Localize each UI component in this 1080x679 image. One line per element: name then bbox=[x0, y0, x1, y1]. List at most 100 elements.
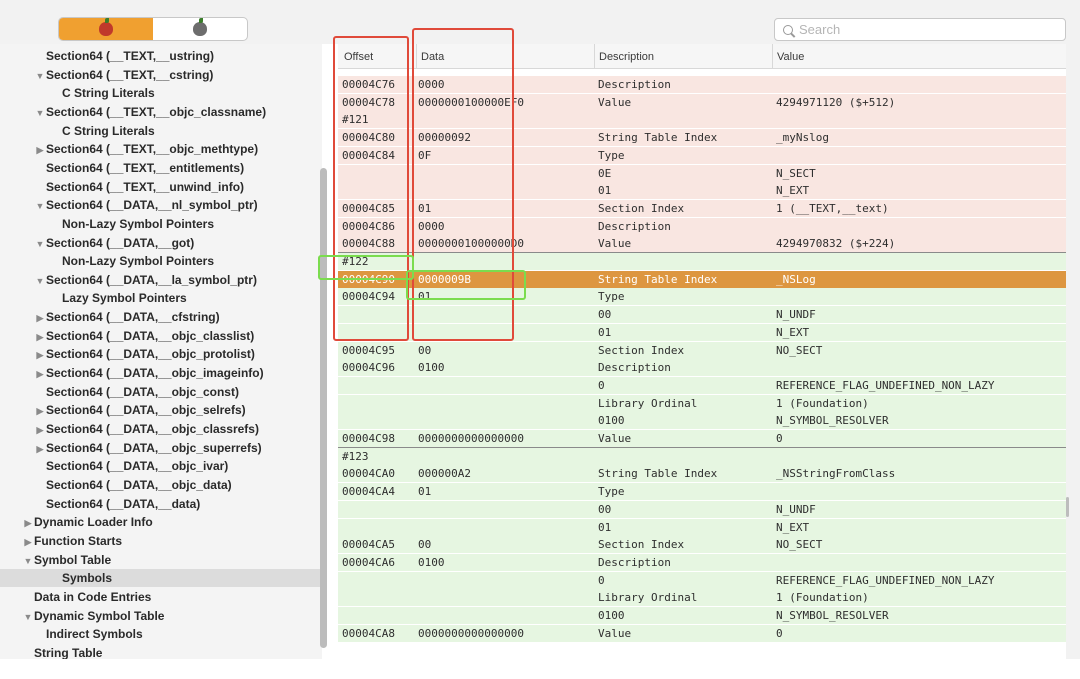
table-row[interactable]: 00004C96 0100 Description bbox=[338, 359, 1066, 377]
table-row[interactable]: 00 N_UNDF bbox=[338, 500, 1066, 518]
sidebar-item[interactable]: ▼ Dynamic Symbol Table bbox=[0, 607, 322, 625]
sidebar-item-label: C String Literals bbox=[62, 123, 155, 138]
sidebar-item[interactable]: Lazy Symbol Pointers bbox=[0, 289, 322, 307]
cell-value: REFERENCE_FLAG_UNDEFINED_NON_LAZY bbox=[776, 378, 995, 392]
table-row[interactable]: #123 bbox=[338, 447, 1066, 465]
sidebar-item[interactable]: Section64 (__TEXT,__unwind_info) bbox=[0, 178, 322, 196]
table-right-edge bbox=[1066, 44, 1080, 659]
sidebar-item[interactable]: ▼ Symbol Table bbox=[0, 551, 322, 569]
disclosure-expanded-icon[interactable]: ▼ bbox=[22, 608, 34, 626]
disclosure-expanded-icon[interactable]: ▼ bbox=[34, 104, 46, 122]
cell-value: 0 bbox=[776, 626, 783, 640]
sidebar-item[interactable]: ▼ Section64 (__DATA,__nl_symbol_ptr) bbox=[0, 196, 322, 214]
disclosure-expanded-icon[interactable]: ▼ bbox=[34, 67, 46, 85]
sidebar-item[interactable]: C String Literals bbox=[0, 122, 322, 140]
disclosure-expanded-icon[interactable]: ▼ bbox=[34, 272, 46, 290]
sidebar-item-selected[interactable]: Symbols bbox=[0, 569, 322, 588]
cell-description: String Table Index bbox=[598, 467, 718, 481]
sidebar-item[interactable]: ▶ Section64 (__DATA,__objc_selrefs) bbox=[0, 401, 322, 419]
disclosure-collapsed-icon[interactable]: ▶ bbox=[34, 402, 46, 420]
sidebar-item-label: Section64 (__DATA,__data) bbox=[46, 496, 201, 511]
cell-data: 0000000000000000 bbox=[418, 626, 524, 640]
column-header-value[interactable]: Value bbox=[772, 44, 1067, 68]
sidebar-item[interactable]: ▼ Section64 (__DATA,__got) bbox=[0, 234, 322, 252]
sidebar-item[interactable]: Section64 (__TEXT,__ustring) bbox=[0, 47, 322, 65]
table-row[interactable]: 0100 N_SYMBOL_RESOLVER bbox=[338, 412, 1066, 430]
disclosure-collapsed-icon[interactable]: ▶ bbox=[34, 346, 46, 364]
cell-description: 01 bbox=[598, 520, 612, 534]
disclosure-collapsed-icon[interactable]: ▶ bbox=[34, 365, 46, 383]
sidebar-item[interactable]: Section64 (__DATA,__objc_data) bbox=[0, 476, 322, 494]
cell-description: Value bbox=[598, 95, 632, 109]
disclosure-collapsed-icon[interactable]: ▶ bbox=[34, 440, 46, 458]
cell-description: 0E bbox=[598, 166, 612, 180]
cell-value: REFERENCE_FLAG_UNDEFINED_NON_LAZY bbox=[776, 573, 995, 587]
sidebar-item[interactable]: Section64 (__DATA,__objc_ivar) bbox=[0, 457, 322, 475]
sidebar-item[interactable]: ▶ Dynamic Loader Info bbox=[0, 513, 322, 531]
table-row[interactable]: 00004C95 00 Section Index NO_SECT bbox=[338, 341, 1066, 359]
cell-offset: 00004C95 bbox=[342, 343, 395, 357]
cell-data: 000000A2 bbox=[418, 467, 471, 481]
view-mode-segmented-control[interactable] bbox=[58, 17, 248, 41]
sidebar-item[interactable]: ▶ Section64 (__TEXT,__objc_methtype) bbox=[0, 140, 322, 158]
cell-value: _NSStringFromClass bbox=[776, 467, 896, 481]
table-row[interactable]: 0100 N_SYMBOL_RESOLVER bbox=[338, 607, 1066, 624]
disclosure-expanded-icon[interactable]: ▼ bbox=[22, 552, 34, 570]
disclosure-collapsed-icon[interactable]: ▶ bbox=[34, 141, 46, 159]
table-row[interactable]: 00004CA4 01 Type bbox=[338, 483, 1066, 501]
table-row[interactable]: 01 N_EXT bbox=[338, 518, 1066, 536]
sidebar-item-label: Data in Code Entries bbox=[34, 589, 152, 604]
disclosure-collapsed-icon[interactable]: ▶ bbox=[22, 514, 34, 532]
sidebar-item[interactable]: Indirect Symbols bbox=[0, 625, 322, 643]
sidebar-item[interactable]: ▶ Section64 (__DATA,__cfstring) bbox=[0, 308, 322, 326]
sidebar-item[interactable]: ▶ Function Starts bbox=[0, 532, 322, 550]
cell-description: Type bbox=[598, 290, 625, 304]
sidebar-item[interactable]: ▼ Section64 (__TEXT,__objc_classname) bbox=[0, 103, 322, 121]
disclosure-collapsed-icon[interactable]: ▶ bbox=[34, 421, 46, 439]
table-row[interactable]: 00004CA5 00 Section Index NO_SECT bbox=[338, 536, 1066, 554]
cell-description: Value bbox=[598, 626, 632, 640]
column-header-description[interactable]: Description bbox=[594, 44, 759, 68]
sidebar-item[interactable]: String Table bbox=[0, 644, 322, 659]
sidebar-item[interactable]: ▶ Section64 (__DATA,__objc_protolist) bbox=[0, 345, 322, 363]
table-row[interactable]: 0 REFERENCE_FLAG_UNDEFINED_NON_LAZY bbox=[338, 376, 1066, 394]
sidebar-item[interactable]: ▼ Section64 (__DATA,__la_symbol_ptr) bbox=[0, 271, 322, 289]
sidebar-item[interactable]: Non-Lazy Symbol Pointers bbox=[0, 215, 322, 233]
sidebar-scrollbar[interactable] bbox=[320, 168, 327, 648]
string-index-annotation bbox=[406, 270, 526, 300]
cell-description: 01 bbox=[598, 325, 612, 339]
sidebar-item[interactable]: ▼ Section64 (__TEXT,__cstring) bbox=[0, 66, 322, 84]
disclosure-collapsed-icon[interactable]: ▶ bbox=[34, 328, 46, 346]
cell-description: Description bbox=[598, 361, 671, 375]
table-row[interactable]: 00004CA6 0100 Description bbox=[338, 553, 1066, 571]
table-row[interactable]: Library Ordinal 1 (Foundation) bbox=[338, 589, 1066, 607]
sidebar-item[interactable]: ▶ Section64 (__DATA,__objc_classlist) bbox=[0, 327, 322, 345]
view-mode-rva-button[interactable] bbox=[153, 18, 247, 40]
sidebar-item[interactable]: ▶ Section64 (__DATA,__objc_imageinfo) bbox=[0, 364, 322, 382]
search-field[interactable] bbox=[774, 18, 1066, 41]
sidebar-item[interactable]: ▶ Section64 (__DATA,__objc_superrefs) bbox=[0, 439, 322, 457]
sidebar-item-label: Section64 (__DATA,__objc_selrefs) bbox=[46, 403, 246, 418]
sidebar-item[interactable]: Data in Code Entries bbox=[0, 588, 322, 606]
cell-value: 4294970832 ($+224) bbox=[776, 237, 896, 251]
cell-value: N_UNDF bbox=[776, 502, 816, 516]
sidebar-item[interactable]: ▶ Section64 (__DATA,__objc_classrefs) bbox=[0, 420, 322, 438]
table-row[interactable]: 00004C98 0000000000000000 Value 0 bbox=[338, 430, 1066, 448]
sidebar-item[interactable]: Non-Lazy Symbol Pointers bbox=[0, 252, 322, 270]
table-row[interactable]: 00004CA8 0000000000000000 Value 0 bbox=[338, 624, 1066, 642]
search-input[interactable] bbox=[793, 22, 1059, 37]
sidebar-item[interactable]: C String Literals bbox=[0, 84, 322, 102]
table-row[interactable]: 00004CA0 000000A2 String Table Index _NSStr… bbox=[338, 465, 1066, 483]
cell-value: N_EXT bbox=[776, 520, 810, 534]
sidebar-item[interactable]: Section64 (__DATA,__data) bbox=[0, 495, 322, 513]
sidebar-item[interactable]: Section64 (__DATA,__objc_const) bbox=[0, 383, 322, 401]
disclosure-collapsed-icon[interactable]: ▶ bbox=[22, 533, 34, 551]
view-mode-raw-button[interactable] bbox=[59, 18, 153, 40]
disclosure-collapsed-icon[interactable]: ▶ bbox=[34, 309, 46, 327]
disclosure-expanded-icon[interactable]: ▼ bbox=[34, 197, 46, 215]
table-row[interactable]: 0 REFERENCE_FLAG_UNDEFINED_NON_LAZY bbox=[338, 571, 1066, 589]
disclosure-expanded-icon[interactable]: ▼ bbox=[34, 235, 46, 253]
sidebar-item[interactable]: Section64 (__TEXT,__entitlements) bbox=[0, 159, 322, 177]
table-row[interactable]: Library Ordinal 1 (Foundation) bbox=[338, 394, 1066, 412]
table-scrollbar[interactable] bbox=[1066, 497, 1069, 517]
